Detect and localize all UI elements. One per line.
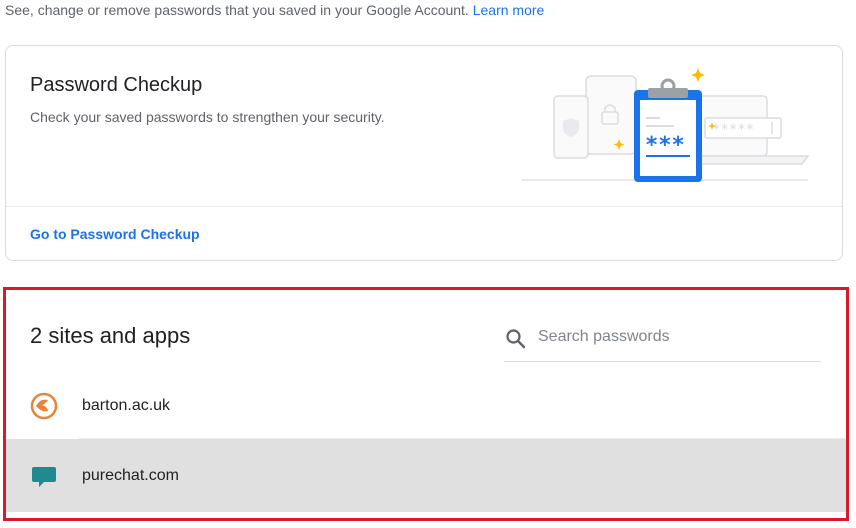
site-row-barton[interactable]: barton.ac.uk xyxy=(6,369,846,442)
barton-favicon-icon xyxy=(30,392,58,420)
sites-and-apps-panel: 2 sites and apps barton.ac.uk purechat.c… xyxy=(3,287,849,521)
card-divider xyxy=(6,206,842,207)
intro-description: See, change or remove passwords that you… xyxy=(5,2,469,18)
site-name-barton: barton.ac.uk xyxy=(82,397,171,414)
purechat-favicon-icon xyxy=(32,467,56,487)
site-name-purechat: purechat.com xyxy=(82,467,179,484)
illustration-dots: ***** xyxy=(712,122,754,138)
password-checkup-card: Password Checkup Check your saved passwo… xyxy=(5,45,843,261)
password-checkup-title: Password Checkup xyxy=(30,74,203,96)
go-to-password-checkup-link[interactable]: Go to Password Checkup xyxy=(30,225,200,243)
search-passwords-box[interactable] xyxy=(504,317,821,362)
password-checkup-illustration: ***** *** xyxy=(522,68,810,182)
search-icon xyxy=(506,329,526,349)
search-passwords-input[interactable] xyxy=(538,325,808,349)
illustration-stars: *** xyxy=(645,133,685,158)
sites-count-title: 2 sites and apps xyxy=(30,323,191,348)
learn-more-link[interactable]: Learn more xyxy=(473,2,545,18)
intro-text: See, change or remove passwords that you… xyxy=(5,1,544,19)
site-row-purechat[interactable]: purechat.com xyxy=(6,439,846,512)
password-checkup-description: Check your saved passwords to strengthen… xyxy=(30,109,385,125)
